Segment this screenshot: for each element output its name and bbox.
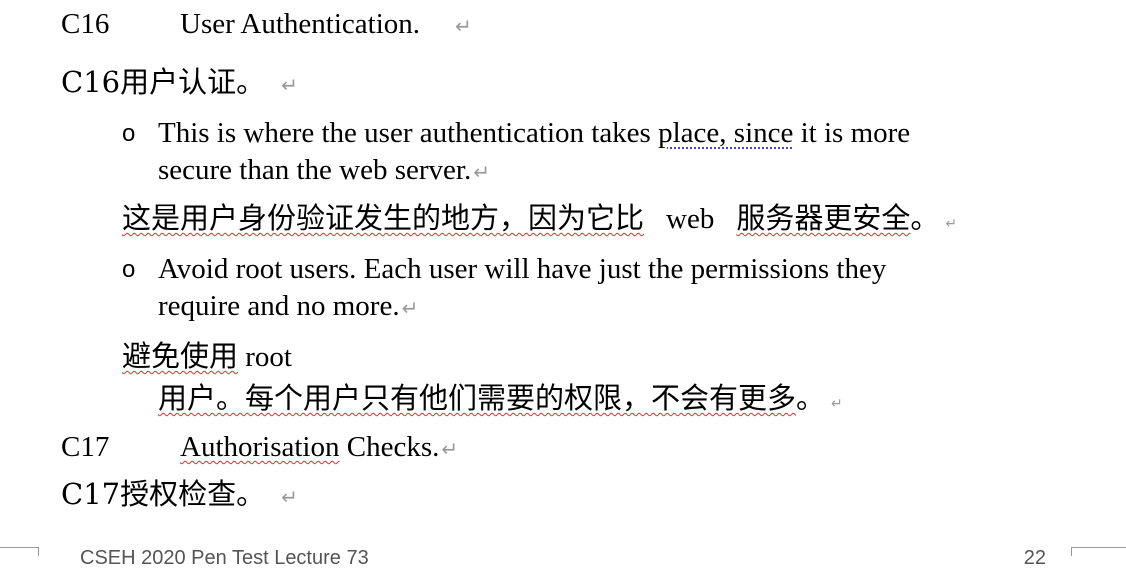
- spellcheck-flag: 用户。每个用户只有他们需要的权限，不会有更多: [158, 381, 797, 415]
- translation-end: 。: [910, 201, 940, 235]
- bullet-1-line-2: secure than the web server. ↵: [158, 152, 490, 190]
- section-heading-c17: C17 Authorisation Checks. ↵: [61, 429, 458, 465]
- bullet-2-line-2: require and no more. ↵: [158, 288, 418, 326]
- translation-web: web: [666, 203, 715, 235]
- bullet-1-text: This is where the user authentication ta…: [158, 117, 659, 149]
- spellcheck-flag: 这是用户身份验证发生的地方，因为它比: [122, 201, 645, 235]
- bullet-2-translation-line-1: 避免使用 root: [122, 338, 292, 375]
- translation-end: 。: [796, 381, 826, 415]
- bullet-1-translation: 这是用户身份验证发生的地方，因为它比 web 服务器更安全。 ↵: [122, 200, 957, 242]
- paragraph-mark: ↵: [945, 216, 958, 232]
- section-heading-c16: C16 User Authentication. ↵: [61, 6, 472, 42]
- paragraph-mark: ↵: [473, 160, 490, 184]
- bullet-2-translation-line-2: 用户。每个用户只有他们需要的权限，不会有更多。 ↵: [158, 380, 843, 422]
- bullet-1-line-1: This is where the user authentication ta…: [158, 115, 910, 151]
- spellcheck-flag: 服务器更安全: [736, 201, 911, 235]
- footer-left-text: CSEH 2020 Pen Test Lecture 73: [80, 547, 369, 569]
- bullet-2-line-1: Avoid root users. Each user will have ju…: [158, 251, 886, 287]
- page-corner-right: [1071, 547, 1126, 556]
- bullet-2-text-2: require and no more.: [158, 290, 400, 322]
- paragraph-mark: ↵: [441, 437, 459, 461]
- bullet-marker: o: [122, 256, 136, 283]
- section-code: C17: [61, 431, 110, 463]
- bullet-1-text-rest: it is more: [793, 117, 911, 149]
- footer-page-number: 22: [1023, 547, 1046, 569]
- paragraph-mark: ↵: [455, 14, 472, 38]
- section-heading-zh-text: C17授权检查。: [61, 477, 266, 511]
- section-title: User Authentication.: [180, 8, 421, 40]
- paragraph-mark: ↵: [281, 485, 298, 509]
- paragraph-mark: ↵: [401, 296, 419, 320]
- section-title-wrap: Authorisation Checks. ↵: [180, 429, 458, 467]
- translation-root: root: [238, 341, 292, 373]
- section-title: Checks.: [339, 431, 440, 463]
- paragraph-mark: ↵: [281, 73, 298, 97]
- bullet-marker: o: [122, 120, 136, 147]
- section-code: C16: [61, 8, 110, 40]
- section-heading-c16-zh: C16用户认证。 ↵: [61, 64, 298, 103]
- spellcheck-flag: Authorisation: [180, 431, 340, 463]
- page-corner-left: [0, 547, 39, 556]
- bullet-1-text-2: secure than the web server.: [158, 154, 472, 186]
- section-heading-c17-zh: C17授权检查。 ↵: [61, 476, 298, 515]
- spellcheck-flag: 避免使用: [122, 339, 239, 373]
- paragraph-mark: ↵: [831, 396, 843, 412]
- bullet-2-text: Avoid root users. Each user will have ju…: [158, 253, 887, 285]
- section-heading-zh-text: C16用户认证。: [61, 65, 266, 99]
- grammar-flag: place, since: [658, 117, 794, 149]
